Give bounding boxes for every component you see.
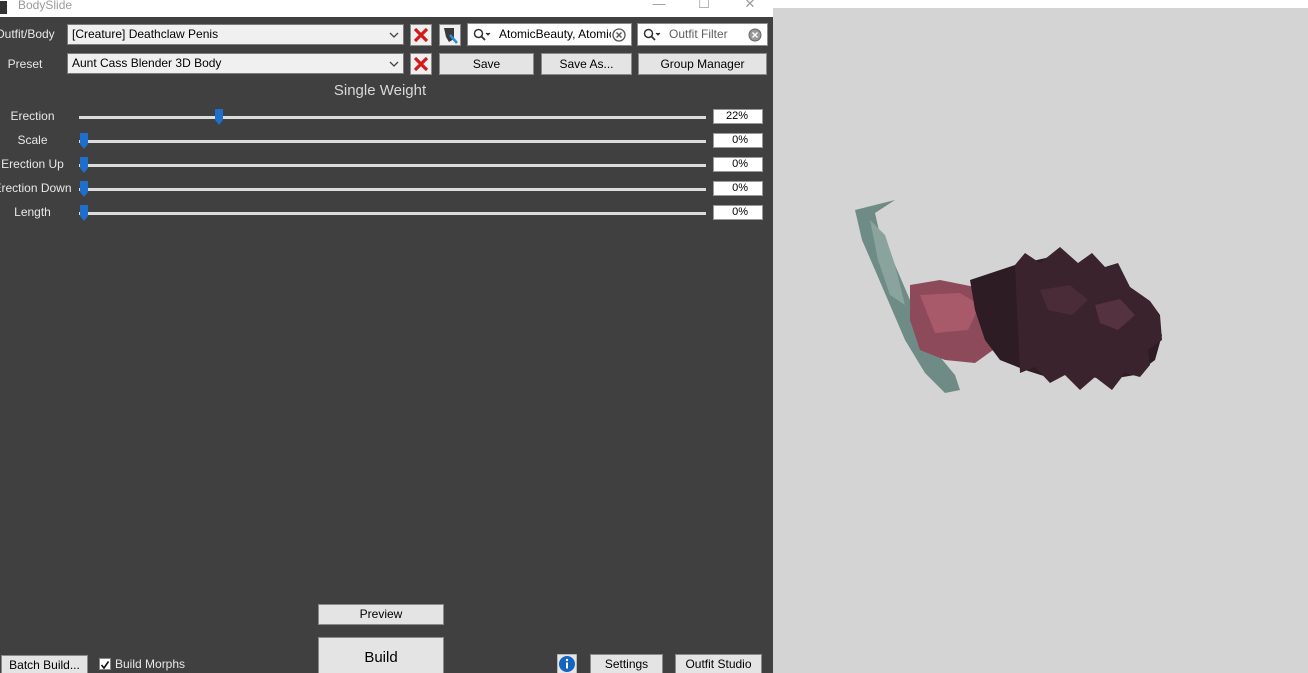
window-title: BodySlide (18, 0, 73, 12)
brush-filter-icon (444, 28, 458, 44)
slider-track[interactable] (79, 164, 706, 167)
slider-label: Length (14, 205, 51, 219)
slider-label: Erection Down (0, 181, 72, 195)
red-x-icon (413, 27, 429, 43)
build-morphs-label: Build Morphs (115, 657, 186, 671)
slider-track[interactable] (79, 188, 706, 191)
slider-thumb[interactable] (80, 205, 88, 221)
remove-outfit-button[interactable] (410, 24, 432, 46)
section-title: Single Weight (333, 82, 427, 99)
group-manager-button[interactable]: Group Manager (638, 53, 767, 75)
3d-preview-mesh[interactable] (850, 195, 1170, 400)
search-icon (643, 28, 661, 41)
minimize-button[interactable]: — (637, 0, 681, 16)
slider-thumb[interactable] (80, 157, 88, 173)
close-button[interactable]: ✕ (728, 0, 772, 16)
red-x-icon (413, 56, 429, 72)
save-as-button[interactable]: Save As... (541, 53, 632, 75)
slider-value[interactable]: 0% (713, 133, 763, 148)
settings-button[interactable]: Settings (590, 654, 663, 673)
maximize-button[interactable]: ☐ (682, 0, 726, 16)
clear-circle-icon[interactable] (612, 28, 626, 42)
slider-label: Scale (17, 133, 48, 147)
slider-value[interactable]: 0% (713, 205, 763, 220)
preview-window-titlebar (773, 0, 1308, 8)
save-button[interactable]: Save (439, 53, 534, 75)
slider-track[interactable] (79, 212, 706, 215)
slider-value[interactable]: 0% (713, 157, 763, 172)
slider-label: Erection Up (1, 157, 64, 171)
remove-preset-button[interactable] (410, 53, 432, 75)
batch-build-button[interactable]: Batch Build... (1, 655, 88, 673)
group-filter-search[interactable]: AtomicBeauty, Atomic (467, 23, 632, 46)
slider-thumb[interactable] (80, 133, 88, 149)
slider-thumb[interactable] (215, 109, 223, 125)
app-icon (0, 1, 7, 14)
title-bar: BodySlide — ☐ ✕ (0, 0, 773, 17)
preset-select[interactable]: Aunt Cass Blender 3D Body (67, 53, 404, 74)
group-filter-value: AtomicBeauty, Atomic (499, 27, 611, 41)
preview-button[interactable]: Preview (318, 604, 444, 625)
outfit-filter-placeholder: Outfit Filter (669, 27, 728, 41)
info-icon[interactable] (557, 654, 577, 673)
build-button[interactable]: Build (318, 637, 444, 673)
slider-value[interactable]: 0% (713, 181, 763, 196)
outfit-filter-search[interactable]: Outfit Filter (637, 23, 768, 46)
chevron-down-icon (389, 32, 399, 38)
bodyslide-main-panel: BodySlide — ☐ ✕ Outfit/Body [Creature] D… (0, 0, 773, 673)
filter-tool-button[interactable] (439, 24, 461, 46)
checkmark-icon (100, 661, 110, 670)
slider-track[interactable] (79, 116, 706, 119)
preset-select-value: Aunt Cass Blender 3D Body (72, 56, 222, 70)
build-morphs-checkbox[interactable] (99, 658, 111, 670)
chevron-down-icon (389, 61, 399, 67)
slider-label: Erection (10, 109, 55, 123)
slider-thumb[interactable] (80, 181, 88, 197)
outfit-select[interactable]: [Creature] Deathclaw Penis (67, 24, 404, 45)
slider-track[interactable] (79, 140, 706, 143)
outfit-studio-button[interactable]: Outfit Studio (675, 654, 762, 673)
outfit-label: Outfit/Body (0, 27, 55, 41)
outfit-select-value: [Creature] Deathclaw Penis (72, 27, 219, 41)
search-icon (473, 28, 491, 41)
slider-value[interactable]: 22% (713, 109, 763, 124)
clear-circle-icon[interactable] (748, 28, 762, 42)
preset-label: Preset (7, 57, 43, 71)
